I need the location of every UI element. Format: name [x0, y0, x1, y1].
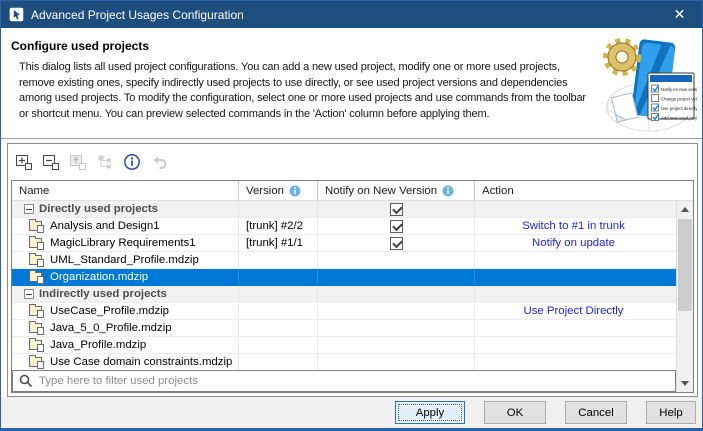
notify-checkbox[interactable] — [390, 237, 403, 250]
table-row[interactable]: Java_Profile.mdzip — [12, 337, 693, 354]
table-header: Name Version Notify on New Version — [12, 181, 693, 201]
project-name: Java_5_0_Profile.mdzip — [50, 322, 172, 334]
project-name: Organization.mdzip — [50, 271, 148, 283]
table-row[interactable]: MagicLibrary Requirements1 [trunk] #1/1 … — [12, 235, 693, 252]
add-used-project-icon[interactable] — [15, 153, 33, 171]
use-project-directly-icon — [69, 153, 87, 171]
filter-bar — [12, 370, 676, 392]
collapse-icon[interactable] — [24, 289, 34, 299]
used-project-info-icon[interactable] — [123, 153, 141, 171]
table-row[interactable]: UseCase_Profile.mdzip Use Project Direct… — [12, 303, 693, 320]
dialog-window: Advanced Project Usages Configuration ✕ … — [0, 0, 703, 431]
toolbar — [8, 144, 697, 179]
cancel-button[interactable]: Cancel — [565, 401, 627, 424]
table-row[interactable]: Java_5_0_Profile.mdzip — [12, 320, 693, 337]
table-row[interactable]: Use Case domain constraints.mdzip — [12, 354, 693, 371]
scrollbar-thumb[interactable] — [678, 219, 692, 311]
used-projects-illustration: Notify on new version Change project ver… — [595, 31, 697, 135]
dialog-header: Configure used projects This dialog list… — [1, 28, 702, 139]
main-panel: Name Version Notify on New Version — [7, 143, 698, 397]
project-name: Analysis and Design1 — [50, 220, 160, 232]
project-name: Java_Profile.mdzip — [50, 339, 146, 351]
help-button[interactable]: Help — [646, 401, 696, 424]
scroll-up-icon[interactable] — [677, 202, 693, 217]
info-icon[interactable] — [289, 185, 301, 197]
project-icon — [29, 221, 42, 231]
window-title: Advanced Project Usages Configuration — [31, 8, 657, 22]
reset-changes-icon — [150, 153, 168, 171]
table-row[interactable]: UML_Standard_Profile.mdzip — [12, 252, 693, 269]
app-icon — [9, 7, 24, 22]
used-projects-table: Name Version Notify on New Version — [11, 180, 694, 393]
table-row-group-indirect[interactable]: Indirectly used projects — [12, 286, 693, 303]
group-label: Directly used projects — [39, 203, 158, 215]
project-name: UML_Standard_Profile.mdzip — [50, 254, 199, 266]
column-header-notify[interactable]: Notify on New Version — [317, 181, 474, 200]
column-header-version[interactable]: Version — [238, 181, 317, 200]
apply-button[interactable]: Apply — [395, 401, 465, 424]
project-icon — [29, 340, 42, 350]
project-dependencies-icon — [96, 153, 114, 171]
project-name: MagicLibrary Requirements1 — [50, 237, 196, 249]
column-header-name[interactable]: Name — [12, 181, 238, 200]
table-row-group-direct[interactable]: Directly used projects — [12, 201, 693, 218]
info-icon[interactable] — [442, 185, 454, 197]
filter-input[interactable] — [39, 372, 675, 390]
version-cell: [trunk] #1/1 — [238, 235, 317, 251]
action-link[interactable]: Notify on update — [532, 237, 615, 249]
table-row[interactable]: Analysis and Design1 [trunk] #2/2 Switch… — [12, 218, 693, 235]
close-button[interactable]: ✕ — [657, 1, 702, 28]
project-icon — [29, 323, 42, 333]
group-label: Indirectly used projects — [39, 288, 167, 300]
vertical-scrollbar[interactable] — [676, 201, 693, 392]
ok-button[interactable]: OK — [484, 401, 546, 424]
project-icon — [29, 272, 42, 282]
project-icon — [29, 255, 42, 265]
action-link[interactable]: Use Project Directly — [523, 305, 623, 317]
project-icon — [29, 238, 42, 248]
column-header-action[interactable]: Action — [474, 181, 672, 200]
notify-checkbox[interactable] — [390, 203, 403, 216]
version-cell: [trunk] #2/2 — [238, 218, 317, 234]
description-text: This dialog lists all used project confi… — [19, 60, 591, 122]
title-bar: Advanced Project Usages Configuration ✕ — [1, 1, 702, 28]
svg-text:Change project version: Change project version — [661, 96, 697, 101]
remove-used-project-icon[interactable] — [42, 153, 60, 171]
project-icon — [29, 306, 42, 316]
project-icon — [29, 357, 42, 367]
project-name: Use Case domain constraints.mdzip — [50, 356, 232, 368]
action-link[interactable]: Switch to #1 in trunk — [522, 220, 625, 232]
table-row-selected[interactable]: Organization.mdzip — [12, 269, 693, 286]
svg-text:Notify on new version: Notify on new version — [661, 87, 697, 92]
button-bar: Apply OK Cancel Help — [1, 397, 702, 428]
project-name: UseCase_Profile.mdzip — [50, 305, 169, 317]
gear-icon — [607, 42, 637, 72]
search-icon — [19, 374, 33, 388]
scroll-down-icon[interactable] — [677, 376, 693, 391]
notify-checkbox[interactable] — [390, 220, 403, 233]
collapse-icon[interactable] — [24, 204, 34, 214]
svg-text:Add new used project: Add new used project — [661, 115, 697, 120]
svg-text:Use project directly: Use project directly — [661, 106, 697, 111]
mini-checklist: Notify on new version Change project ver… — [648, 73, 697, 121]
